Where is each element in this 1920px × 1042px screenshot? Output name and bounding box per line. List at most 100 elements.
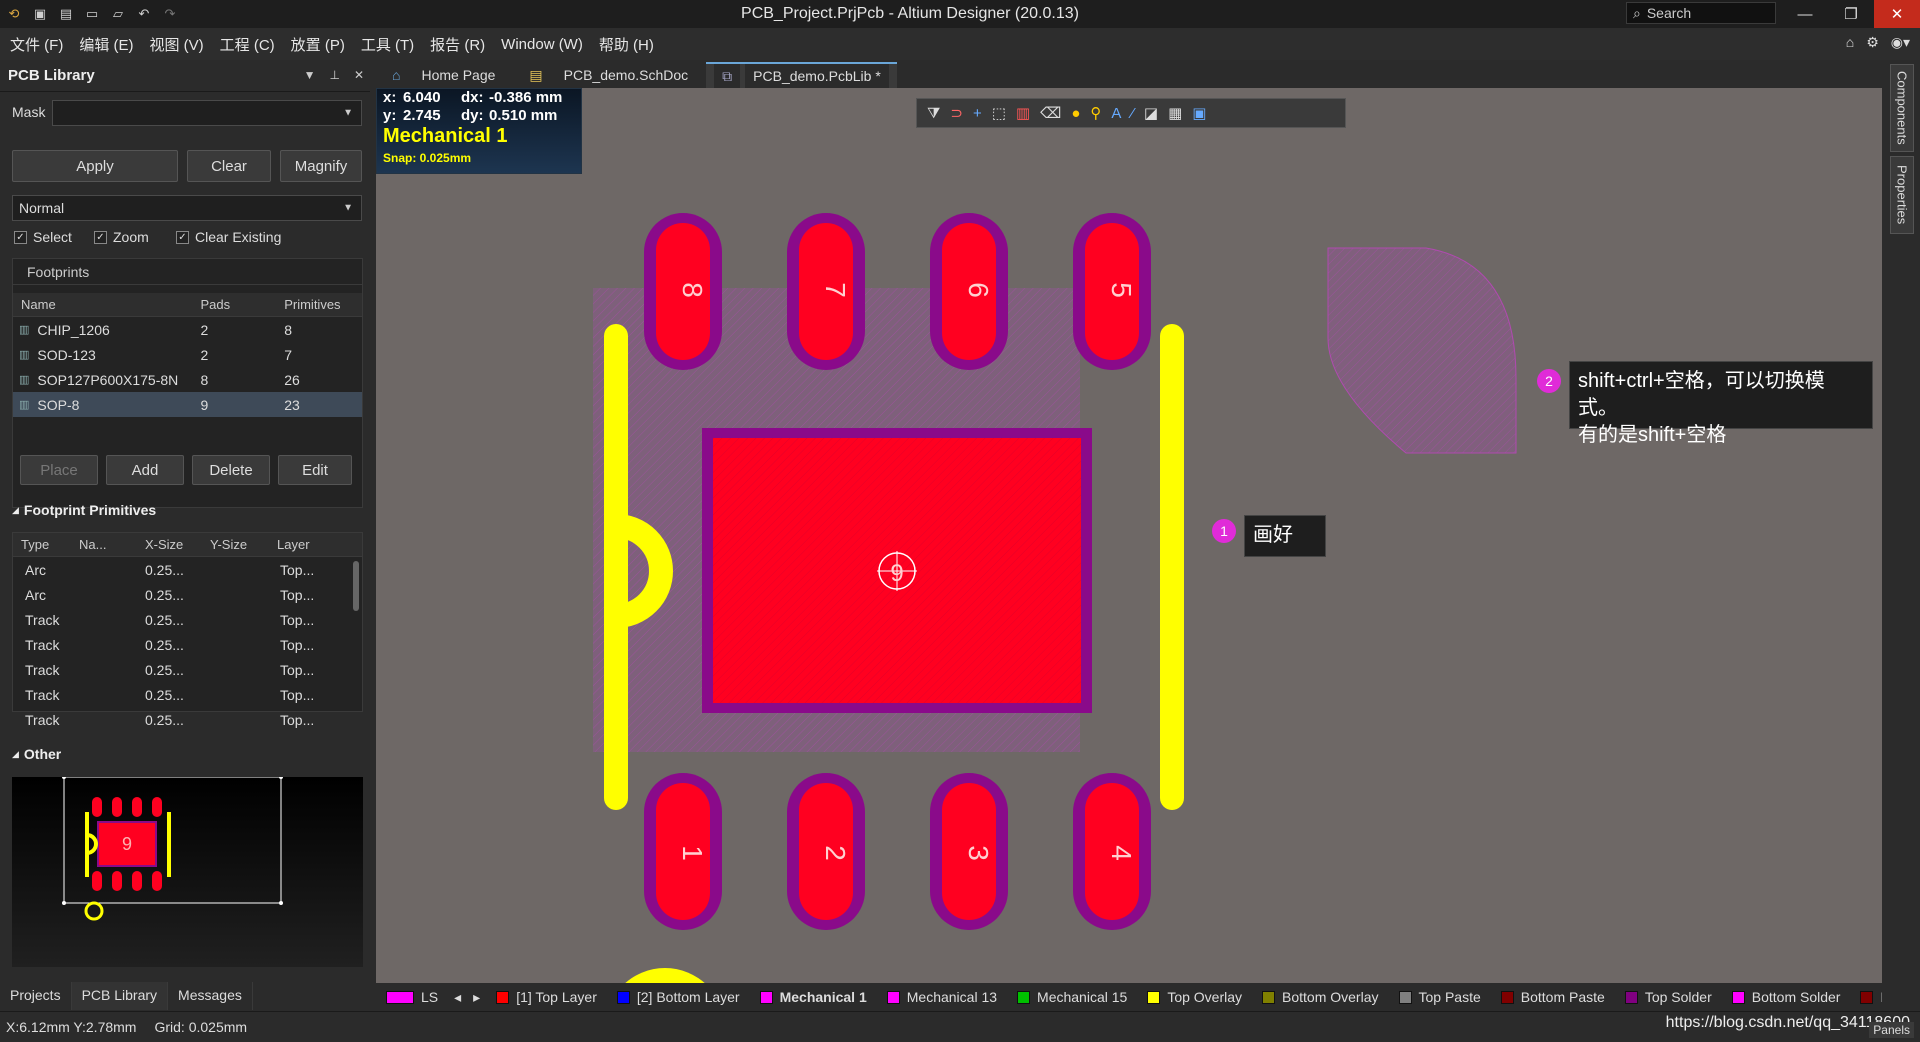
layer-tab[interactable]: Mechanical 15 bbox=[1007, 983, 1137, 1011]
other-section-header[interactable]: ◢ Other bbox=[12, 746, 61, 762]
title-bar: ⟲ ▣ ▤ ▭ ▱ ↶ ↷ PCB_Project.PrjPcb - Altiu… bbox=[0, 0, 1920, 28]
layer-tab-label: D bbox=[1880, 989, 1882, 1005]
layer-tab[interactable]: [2] Bottom Layer bbox=[607, 983, 750, 1011]
clear-existing-checkbox[interactable]: ✓ Clear Existing bbox=[176, 229, 281, 245]
table-row[interactable]: Track 0.25... Top... bbox=[13, 682, 362, 707]
pad-label: 7 bbox=[820, 282, 851, 298]
select-rect-icon[interactable]: ⬚ bbox=[992, 104, 1006, 122]
home-icon[interactable]: ⌂ bbox=[1846, 34, 1854, 51]
components-tab[interactable]: Components bbox=[1890, 64, 1914, 152]
crosshair-icon[interactable]: + bbox=[973, 105, 982, 122]
table-row[interactable]: ▥ CHIP_1206 2 8 bbox=[13, 317, 362, 342]
pcb-canvas[interactable]: 8 7 6 5 1 2 3 4 9 x: 6.040 dx: -0.386 mm bbox=[376, 88, 1882, 983]
region-icon[interactable]: ◪ bbox=[1144, 104, 1158, 122]
close-button[interactable]: ✕ bbox=[1874, 0, 1920, 28]
layer-tab[interactable]: Bottom Overlay bbox=[1252, 983, 1388, 1011]
filter-icon[interactable]: ⧩ bbox=[927, 105, 940, 122]
layer-tab-label: Mechanical 1 bbox=[779, 989, 867, 1005]
layer-tab[interactable]: Mechanical 1 bbox=[750, 983, 877, 1011]
layer-tab[interactable]: D bbox=[1850, 983, 1882, 1011]
table-row-selected[interactable]: ▥ SOP-8 9 23 bbox=[13, 392, 362, 417]
line-icon[interactable]: ⁄ bbox=[1131, 105, 1134, 122]
properties-tab[interactable]: Properties bbox=[1890, 156, 1914, 234]
layer-scroll-right[interactable]: ▸ bbox=[467, 983, 486, 1011]
menu-edit[interactable]: 编辑 (E) bbox=[79, 34, 133, 55]
col-primitives[interactable]: Primitives bbox=[284, 297, 362, 312]
col-name[interactable]: Name bbox=[13, 297, 200, 312]
menu-file[interactable]: 文件 (F) bbox=[10, 34, 63, 55]
menu-project[interactable]: 工程 (C) bbox=[220, 34, 275, 55]
layer-tab-label: [1] Top Layer bbox=[516, 989, 597, 1005]
user-icon[interactable]: ◉▾ bbox=[1891, 34, 1910, 51]
status-bar: X:6.12mm Y:2.78mm Grid: 0.025mm bbox=[0, 1011, 1920, 1042]
panels-button[interactable]: Panels bbox=[1869, 1022, 1914, 1038]
edit-button[interactable]: Edit bbox=[278, 455, 352, 485]
tab-projects[interactable]: Projects bbox=[0, 982, 72, 1010]
search-box[interactable]: ⌕ Search bbox=[1626, 2, 1776, 24]
schematic-doc-icon: ▤ bbox=[521, 62, 551, 88]
menu-place[interactable]: 放置 (P) bbox=[291, 34, 345, 55]
layer-tab[interactable]: Top Overlay bbox=[1137, 983, 1252, 1011]
pcblib-doc-icon: ⧉ bbox=[714, 63, 741, 89]
menu-window[interactable]: Window (W) bbox=[501, 36, 583, 53]
tab-pcb-library[interactable]: PCB Library bbox=[71, 982, 169, 1010]
table-row[interactable]: ▥ SOD-123 2 7 bbox=[13, 342, 362, 367]
menu-view[interactable]: 视图 (V) bbox=[150, 34, 204, 55]
apply-button[interactable]: Apply bbox=[12, 150, 178, 182]
chart-icon[interactable]: ▦ bbox=[1168, 104, 1182, 122]
primitives-section-header[interactable]: ◢ Footprint Primitives bbox=[12, 502, 156, 518]
table-row[interactable]: Track 0.25... Top... bbox=[13, 607, 362, 632]
table-row[interactable]: Track 0.25... Top... bbox=[13, 707, 362, 732]
layer-scroll-left[interactable]: ◂ bbox=[448, 983, 467, 1011]
layer-tab[interactable]: Top Paste bbox=[1389, 983, 1491, 1011]
gear-icon[interactable]: ⚙ bbox=[1866, 34, 1879, 51]
pad-label: 3 bbox=[963, 845, 994, 861]
collapse-icon: ◢ bbox=[12, 504, 19, 515]
tab-messages[interactable]: Messages bbox=[168, 982, 253, 1010]
pin-icon[interactable]: ⊥ bbox=[329, 68, 339, 82]
scrollbar[interactable] bbox=[353, 561, 359, 611]
delete-button[interactable]: Delete bbox=[192, 455, 270, 485]
via-icon[interactable]: ⚲ bbox=[1090, 104, 1101, 122]
layer-color-swatch bbox=[886, 990, 900, 1004]
panel-close-icon[interactable]: ✕ bbox=[354, 68, 364, 82]
mode-select[interactable]: Normal ▼ bbox=[12, 195, 362, 221]
menu-reports[interactable]: 报告 (R) bbox=[430, 34, 485, 55]
layer-tab[interactable]: Bottom Paste bbox=[1491, 983, 1615, 1011]
tab-home-page[interactable]: ⌂ Home Page bbox=[376, 62, 512, 88]
maximize-button[interactable]: ❐ bbox=[1828, 0, 1874, 28]
magnify-button[interactable]: Magnify bbox=[280, 150, 362, 182]
tab-schdoc[interactable]: ▤ PCB_demo.SchDoc bbox=[513, 62, 705, 88]
mask-input[interactable]: ▼ bbox=[52, 100, 362, 126]
layer-tab[interactable]: [1] Top Layer bbox=[486, 983, 607, 1011]
layer-tab[interactable]: Mechanical 13 bbox=[877, 983, 1007, 1011]
table-row[interactable]: Track 0.25... Top... bbox=[13, 632, 362, 657]
board-icon[interactable]: ▣ bbox=[1192, 104, 1206, 122]
select-checkbox[interactable]: ✓ Select bbox=[14, 229, 72, 245]
zoom-checkbox[interactable]: ✓ Zoom bbox=[94, 229, 149, 245]
route-icon[interactable]: ⊃ bbox=[950, 104, 963, 122]
eraser-icon[interactable]: ⌫ bbox=[1040, 104, 1061, 122]
table-row[interactable]: Track 0.25... Top... bbox=[13, 657, 362, 682]
pad-icon[interactable]: ● bbox=[1071, 105, 1080, 122]
place-button[interactable]: Place bbox=[20, 455, 98, 485]
table-row[interactable]: ▥ SOP127P600X175-8N 8 26 bbox=[13, 367, 362, 392]
menu-tools[interactable]: 工具 (T) bbox=[361, 34, 414, 55]
pad-label: 2 bbox=[820, 845, 851, 861]
origin-marker bbox=[625, 968, 705, 983]
layer-set-button[interactable]: LS bbox=[376, 983, 448, 1011]
align-icon[interactable]: ▥ bbox=[1016, 104, 1030, 122]
layer-tab[interactable]: Bottom Solder bbox=[1722, 983, 1851, 1011]
table-row[interactable]: Arc 0.25... Top... bbox=[13, 582, 362, 607]
tab-pcblib[interactable]: ⧉ PCB_demo.PcbLib * bbox=[706, 62, 897, 89]
add-button[interactable]: Add bbox=[106, 455, 184, 485]
col-pads[interactable]: Pads bbox=[200, 297, 284, 312]
panel-menu-icon[interactable]: ▼ bbox=[304, 68, 316, 82]
table-row[interactable]: Arc 0.25... Top... bbox=[13, 557, 362, 582]
text-icon[interactable]: A bbox=[1111, 105, 1121, 122]
footprint-drawing: 8 7 6 5 1 2 3 4 9 bbox=[593, 213, 1517, 983]
menu-help[interactable]: 帮助 (H) bbox=[599, 34, 654, 55]
clear-button[interactable]: Clear bbox=[187, 150, 271, 182]
layer-tab[interactable]: Top Solder bbox=[1615, 983, 1722, 1011]
minimize-button[interactable]: — bbox=[1782, 0, 1828, 28]
